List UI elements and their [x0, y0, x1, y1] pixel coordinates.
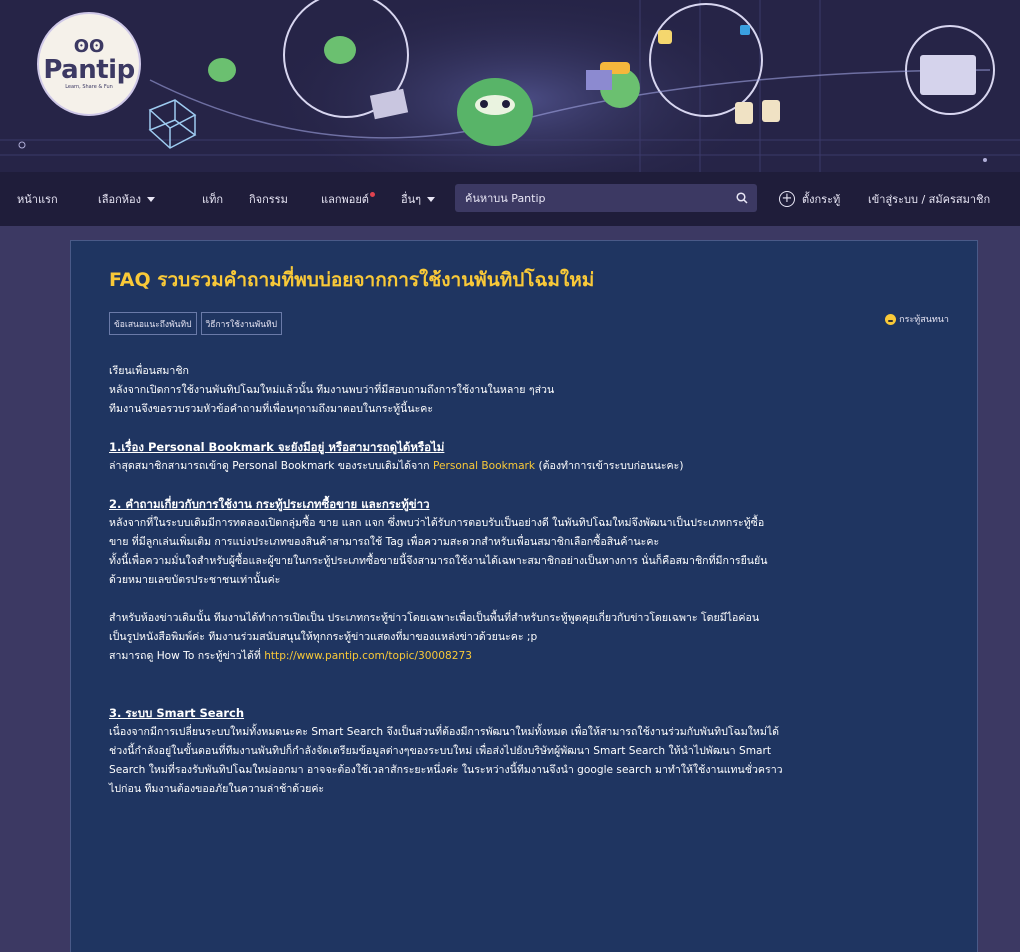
chevron-down-icon [427, 196, 436, 202]
section-heading-buy-sell-news: 2. คำถามเกี่ยวกับการใช้งาน กระทู้ประเภทซ… [109, 497, 430, 511]
section-text: ล่าสุดสมาชิกสามารถเข้าดู Personal Bookma… [109, 457, 949, 476]
section-text: หลังจากที่ในระบบเดิมมีการทดลองเปิดกลุ่มซ… [109, 517, 765, 529]
search-input[interactable] [465, 184, 725, 212]
section-heading-smart-search: 3. ระบบ Smart Search [109, 706, 245, 720]
pantip-logo[interactable]: ʘʘ Pantip Learn, Share & Fun [37, 12, 141, 116]
section-text: สามารถดู How To กระทู้ข่าวได้ที่ http://… [109, 647, 949, 666]
new-topic-button[interactable]: + ตั้งกระทู้ [779, 172, 840, 226]
section-text: เนื่องจากมีการเปลี่ยนระบบใหม่ทั้งหมดนะคะ… [109, 726, 780, 738]
tag-chip[interactable]: วิธีการใช้งานพันทิป [200, 312, 283, 335]
section-text-part: ล่าสุดสมาชิกสามารถเข้าดู Personal Bookma… [109, 460, 430, 472]
plus-circle-icon: + [779, 191, 795, 207]
section-text-part: (ต้องทำการเข้าระบบก่อนนะคะ) [538, 460, 684, 472]
tag-chip[interactable]: ข้อเสนอแนะถึงพันทิป [109, 312, 197, 335]
search-icon[interactable] [736, 192, 748, 204]
intro-line: หลังจากเปิดการใช้งานพันทิปโฉมใหม่แล้วนั้… [109, 384, 555, 396]
banner-illustration [0, 0, 1020, 172]
nav-activities-label: กิจกรรม [249, 193, 288, 206]
personal-bookmark-link[interactable]: Personal Bookmark [433, 460, 535, 472]
nav-more-label: อื่นๆ [401, 193, 422, 206]
section-text: ด้วยหมายเลขบัตรประชาชนเท่านั้นค่ะ [109, 574, 281, 586]
section-text: ช่วงนี้กำลังอยู่ในขั้นตอนที่ทีมงานพันทิป… [109, 745, 772, 757]
nav-home-label: หน้าแรก [17, 193, 58, 206]
section-text: ทั้งนี้เพื่อความมั่นใจสำหรับผู้ซื้อและผู… [109, 555, 768, 567]
notification-dot-icon [369, 191, 375, 197]
section-text: ไปก่อน ทีมงานต้องขออภัยในความล่าช้าด้วยค… [109, 783, 325, 795]
nav-activities[interactable]: กิจกรรม [249, 172, 288, 226]
nav-more[interactable]: อื่นๆ [401, 172, 436, 226]
section-text: Search ใหม่ที่รองรับพันทิปโฉมใหม่ออกมา อ… [109, 764, 783, 776]
chevron-down-icon [147, 196, 155, 202]
login-register-label: เข้าสู่ระบบ / สมัครสมาชิก [868, 193, 991, 206]
howto-news-link[interactable]: http://www.pantip.com/topic/30008273 [264, 650, 472, 662]
topic-tags: ข้อเสนอแนะถึงพันทิป วิธีการใช้งานพันทิป [109, 312, 283, 335]
section-text-part: สามารถดู How To กระทู้ข่าวได้ที่ [109, 650, 261, 662]
topic-title: FAQ รวบรวมคำถามที่พบบ่อยจากการใช้งานพันท… [109, 269, 595, 291]
login-register-link[interactable]: เข้าสู่ระบบ / สมัครสมาชิก [868, 172, 990, 226]
nav-choose-room-label: เลือกห้อง [98, 193, 141, 206]
discussion-face-icon [885, 313, 897, 325]
nav-tags-label: แท็ก [202, 193, 224, 206]
nav-redeem-points[interactable]: แลกพอยต์ [321, 172, 375, 226]
logo-mascot-icon: ʘʘ [73, 36, 105, 57]
nav-redeem-points-label: แลกพอยต์ [321, 193, 369, 206]
section-text: เป็นรูปหนังสือพิมพ์ค่ะ ทีมงานร่วมสนับสนุ… [109, 631, 538, 643]
header-banner: ʘʘ Pantip Learn, Share & Fun [0, 0, 1020, 172]
topic-type-label: กระทู้สนทนา [899, 315, 949, 325]
logo-tagline: Learn, Share & Fun [65, 84, 113, 90]
nav-home[interactable]: หน้าแรก [17, 172, 58, 226]
search-box [455, 184, 757, 212]
section-text: ขาย ที่มีลูกเล่นเพิ่มเติม การแบ่งประเภทข… [109, 536, 660, 548]
logo-wordmark: Pantip [43, 55, 135, 85]
topic-type-badge: กระทู้สนทนา [885, 312, 949, 326]
greeting: เรียนเพื่อนสมาชิก [109, 365, 189, 377]
nav-choose-room[interactable]: เลือกห้อง [98, 172, 155, 226]
intro-line: ทีมงานจึงขอรวบรวมหัวข้อคำถามที่เพื่อนๆถา… [109, 403, 434, 415]
section-heading-bookmark: 1.เรื่อง Personal Bookmark จะยังมีอยู่ ห… [109, 440, 445, 454]
new-topic-label: ตั้งกระทู้ [802, 193, 841, 206]
section-text: สำหรับห้องข่าวเดิมนั้น ทีมงานได้ทำการเปิ… [109, 612, 760, 624]
topic-body: เรียนเพื่อนสมาชิก หลังจากเปิดการใช้งานพั… [109, 362, 949, 799]
topic-card: FAQ รวบรวมคำถามที่พบบ่อยจากการใช้งานพันท… [70, 240, 978, 952]
nav-tags[interactable]: แท็ก [202, 172, 223, 226]
